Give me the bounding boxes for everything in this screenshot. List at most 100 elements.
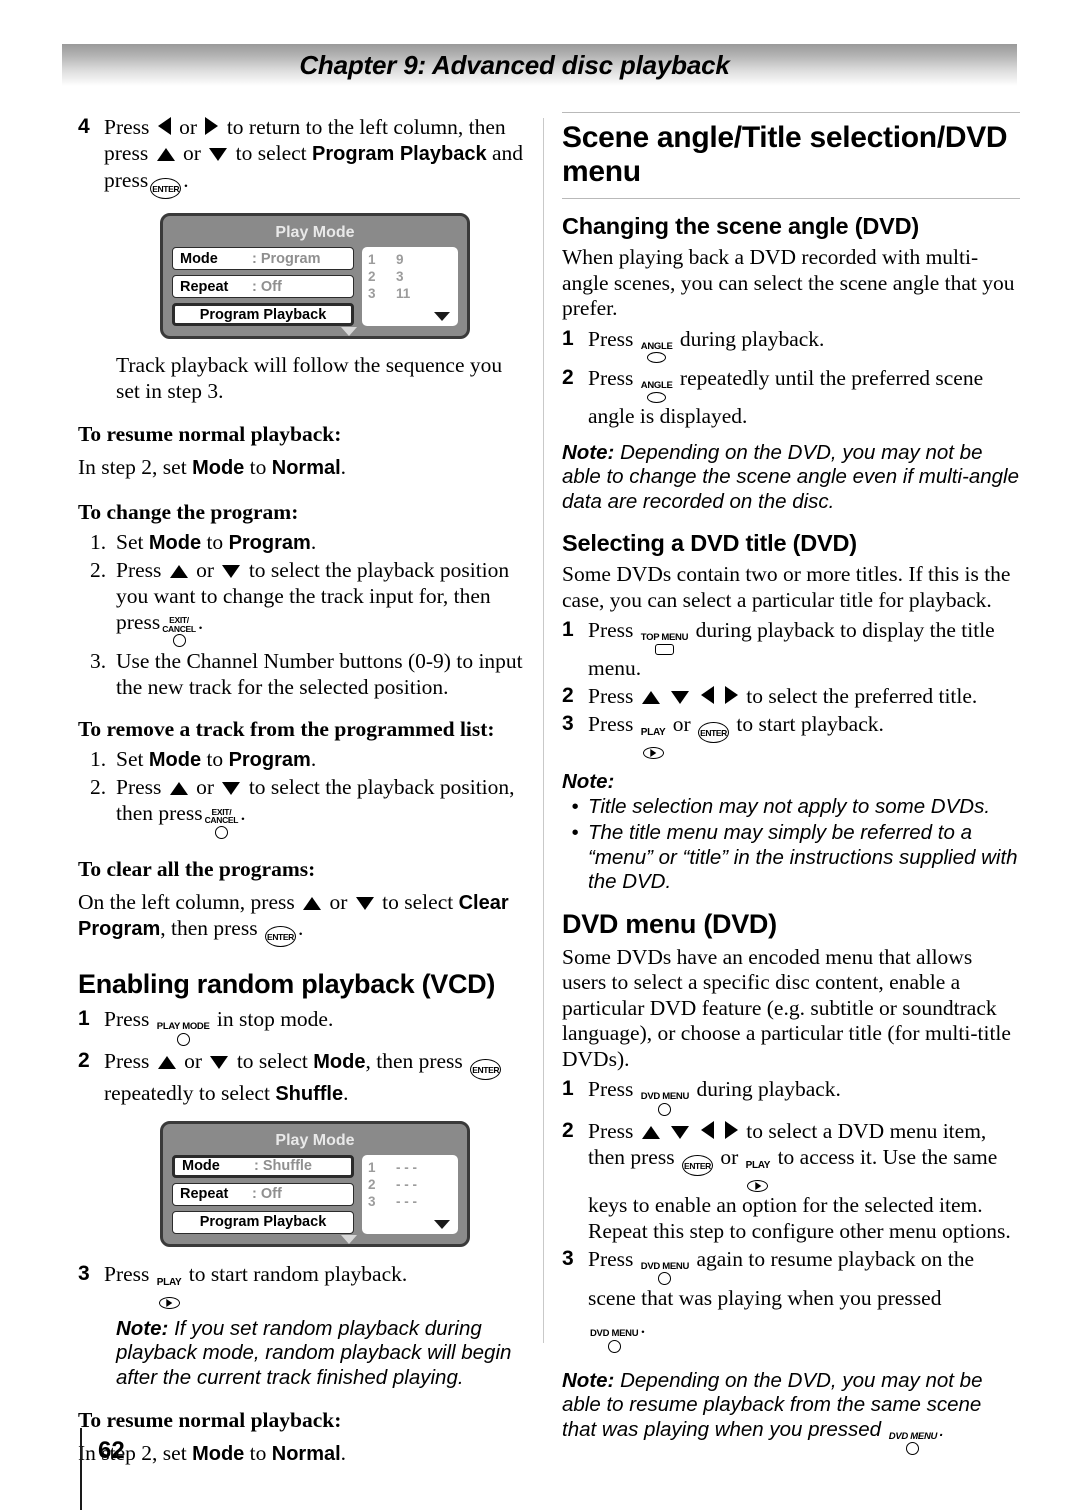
track-list-scroll-icon [434,1219,450,1229]
dvd-menu-step-1: 1 Press DVD MENU during playback. [562,1076,1020,1116]
text-or: or [720,1144,739,1169]
track-number: 9 [396,252,404,267]
step-text: Press ANGLE repeatedly until the preferr… [588,365,1020,429]
step4-text-c: to return to the left column, then [226,115,506,139]
dialog-row-program-playback[interactable]: Program Playback [172,1210,354,1234]
play-button-icon: PLAY [157,1270,182,1309]
text-or: or [672,711,691,736]
bullet-text: Title selection may not apply to some DV… [588,795,991,818]
bullet-text: The title menu may simply be referred to… [588,821,1018,893]
scroll-down-caret-icon [341,327,357,336]
arrow-down-icon [671,690,690,704]
step-text: Press TOP MENU during playback to displa… [588,617,1020,681]
arrow-up-icon [641,690,660,704]
change-item-2: 2. Press or to select the playback posit… [78,557,530,647]
list-item: • Title selection may not apply to some … [562,795,1020,820]
dvd-menu-button-icon: DVD MENU [641,1261,689,1285]
track-number: - - - [396,1159,417,1175]
note-random-playback: Note: If you set random playback during … [116,1317,530,1391]
text-a: Press [588,1246,634,1271]
track-row: 1 - - - [368,1159,452,1176]
page-number: 62 [98,1437,125,1464]
text-c: . [640,1314,646,1338]
text-a: Set [116,747,144,771]
random-step-2: 2 Press or to select Mode, then press EN… [78,1048,530,1107]
note-dvd-title: Note: • Title selection may not apply to… [562,770,1020,895]
text-c: . [310,529,317,554]
bold-normal: Normal [271,457,341,479]
dialog-row-mode[interactable]: Mode : Program [172,247,354,270]
bold-mode: Mode [148,531,202,554]
enter-button-icon: ENTER [470,1058,502,1080]
scene-angle-step-1: 1 Press ANGLE during playback. [562,326,1020,363]
step4-text-h: . [183,168,189,192]
arrow-down-icon [671,1125,690,1139]
track-position: 2 [368,1176,376,1192]
text-a: Press [116,557,162,582]
track-number: - - - [396,1193,417,1209]
dialog-row-mode[interactable]: Mode : Shuffle [172,1154,354,1178]
text-a: Press [116,775,162,799]
dialog-track-list: 1 - - - 2 - - - 3 - - - [362,1154,458,1234]
item-text: Set Mode to Program. [116,746,530,773]
text-c: . [197,609,204,634]
dialog-row-repeat[interactable]: Repeat : Off [172,1182,354,1206]
play-mode-dialog-program: Play Mode Mode : Program Repeat : Off Pr… [160,213,470,339]
note-text-a: Depending on the DVD, you may not be abl… [562,1368,983,1441]
step4-text-f: to select [235,141,307,165]
dialog-track-list: 1 9 2 3 3 11 [362,247,458,326]
text-d: . [297,916,304,940]
note-label: Note: [562,769,615,793]
text-a: In step 2, set [78,1441,187,1465]
text-a: Press [588,1077,634,1101]
angle-button-icon: ANGLE [641,381,673,403]
text-c: . [340,1441,347,1465]
resume-body-1: In step 2, set Mode to Normal. [78,455,530,482]
step-text: Press or to return to the left column, t… [104,114,530,199]
dvd-title-step-1: 1 Press TOP MENU during playback to disp… [562,617,1020,681]
right-column: Scene angle/Title selection/DVD menu Cha… [562,112,1020,1455]
row-value: : Off [252,278,282,295]
exit-cancel-button-icon: EXIT/CANCEL [205,807,238,839]
row-label: Mode [180,250,218,267]
arrow-down-icon [210,1055,229,1069]
text-e: . [343,1080,349,1105]
text-a: Press [588,326,634,351]
resume-body-2: In step 2, set Mode to Normal. [78,1441,530,1468]
heading-dvd-menu: DVD menu (DVD) [562,908,777,939]
bold-program: Program [228,749,311,771]
arrow-down-icon [222,782,241,795]
heading-resume-normal-playback-2: To resume normal playback: [78,1408,342,1432]
step-4: 4 Press or to return to the left column,… [78,114,530,199]
step4-text-a: Press [104,115,150,139]
text-or: or [184,1048,203,1073]
step-text: Press PLAY to start random playback. [104,1261,530,1309]
dialog-row-repeat[interactable]: Repeat : Off [172,275,354,298]
track-number: - - - [396,1176,417,1192]
step4-text-b: or [179,115,198,139]
track-row: 1 9 [368,251,452,268]
text-or: or [196,557,215,582]
step-number: 4 [78,115,90,138]
change-item-3: 3. Use the Channel Number buttons (0-9) … [78,648,530,700]
section-rule-bottom [562,198,1020,199]
exit-cancel-button-icon: EXIT/CANCEL [162,616,196,647]
bold-shuffle: Shuffle [275,1082,344,1105]
dialog-row-program-playback[interactable]: Program Playback [172,303,354,326]
step4-text-d: press [104,141,149,165]
track-position: 3 [368,286,376,301]
row-value: : Program [252,250,321,267]
bold-program: Program [228,531,311,554]
note-label: Note: [116,1316,169,1340]
track-list-scroll-icon [434,312,450,321]
note-text: If you set random playback during playba… [116,1316,512,1389]
text-a: Press [104,1048,150,1073]
text-a: Press [588,618,634,642]
track-position: 1 [368,252,376,267]
dialog-settings-column: Mode : Shuffle Repeat : Off Program Play… [172,1154,357,1244]
track-position: 3 [368,1193,376,1209]
dvd-title-step-3: 3 Press PLAY or ENTER to start playback. [562,711,1020,759]
list-item: • The title menu may simply be referred … [562,821,1020,895]
row-label: Mode [182,1158,220,1174]
text-b: to select [382,889,454,914]
